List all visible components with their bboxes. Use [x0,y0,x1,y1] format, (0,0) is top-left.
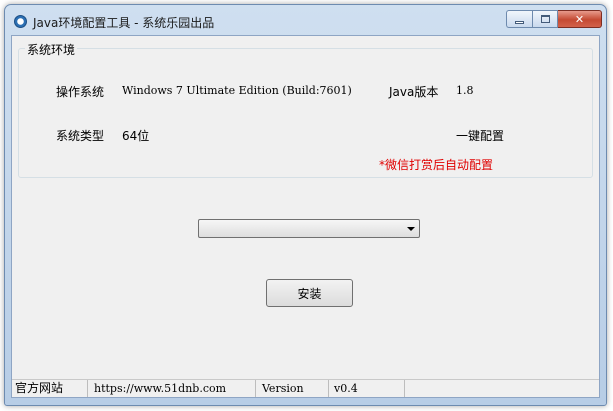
window-title: Java环境配置工具 - 系统乐园出品 [33,16,215,30]
java-version-select[interactable] [198,219,420,238]
caption-buttons: ✕ [506,10,602,28]
maximize-button[interactable] [532,10,558,28]
group-legend: 系统环境 [25,41,78,58]
os-value: Windows 7 Ultimate Edition (Build:7601) [122,84,352,97]
app-window: Java环境配置工具 - 系统乐园出品 ✕ 系统环境 操作系统 Windows … [4,4,607,406]
system-type-label: 系统类型 [56,129,105,143]
os-label: 操作系统 [56,85,105,99]
system-env-group: 系统环境 操作系统 Windows 7 Ultimate Edition (Bu… [18,41,593,178]
status-site-label: 官方网站 [12,380,88,397]
install-button[interactable]: 安装 [266,279,353,307]
client-area: 系统环境 操作系统 Windows 7 Ultimate Edition (Bu… [11,35,600,398]
app-globe-icon [14,15,27,28]
java-version-label: Java版本 [389,85,439,99]
status-version-value: v0.4 [329,380,405,397]
java-version-value: 1.8 [456,84,474,97]
system-type-value: 64位 [122,129,150,143]
status-version-label: Version [256,380,329,397]
minimize-icon [515,20,524,24]
close-icon: ✕ [574,12,585,26]
status-bar: 官方网站 https://www.51dnb.com Version v0.4 [12,379,599,397]
status-site-url[interactable]: https://www.51dnb.com [88,380,256,397]
one-click-config-link[interactable]: 一键配置 [456,127,504,144]
title-bar[interactable]: Java环境配置工具 - 系统乐园出品 ✕ [5,5,606,35]
maximize-icon [540,15,550,23]
wechat-donate-note: *微信打赏后自动配置 [379,158,494,172]
close-button[interactable]: ✕ [558,10,602,28]
minimize-button[interactable] [506,10,532,28]
chevron-down-icon [407,227,415,231]
